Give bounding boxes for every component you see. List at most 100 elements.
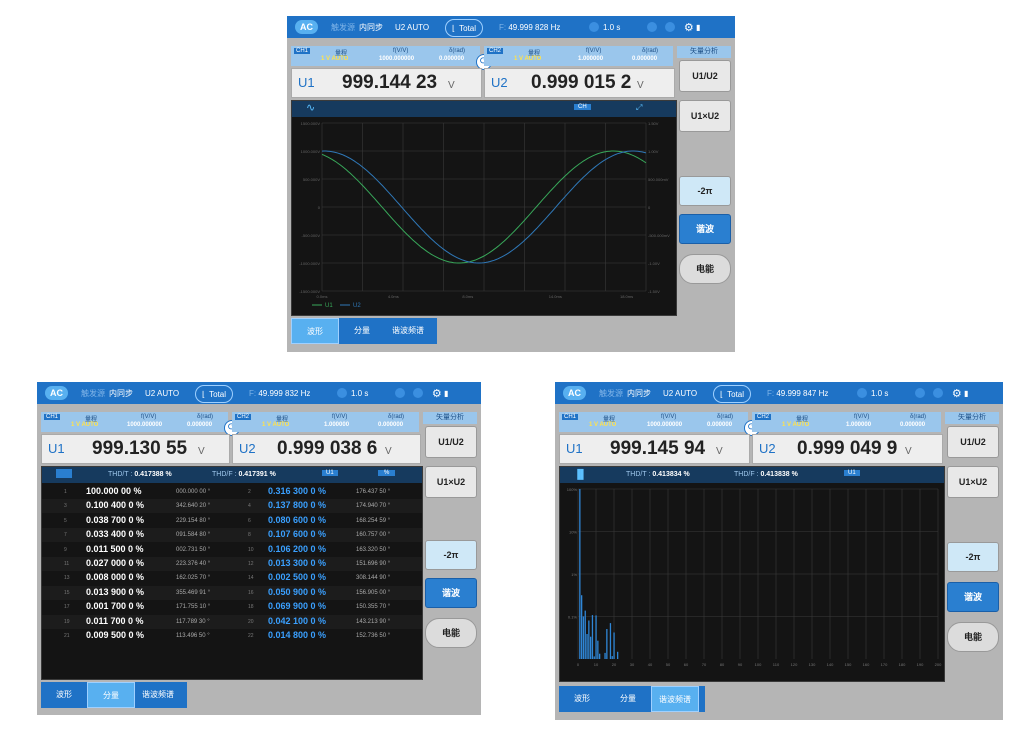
u1-times-u2-button[interactable]: U1×U2 xyxy=(679,100,731,132)
u1-div-u2-button[interactable]: U1/U2 xyxy=(679,60,731,92)
energy-button[interactable]: 电能 xyxy=(679,254,731,284)
u2-value-box[interactable]: U2 0.999 049 9 V xyxy=(752,434,943,464)
time-readout[interactable]: 1.0 s xyxy=(589,16,620,38)
ch1-header[interactable]: CH1 量程 f(V/V) δ(rad) 1 V AUTO 1000.00000… xyxy=(291,46,480,66)
u1-times-u2-button[interactable]: U1×U2 xyxy=(425,466,477,498)
thd-f-readout: THD/F : 0.417391 % xyxy=(212,471,276,478)
u2-auto-label[interactable]: U2 AUTO xyxy=(663,382,697,404)
harmonic-button[interactable]: 谐波 xyxy=(947,582,999,612)
info-icon[interactable] xyxy=(665,22,676,32)
total-button[interactable]: ⌊ Total xyxy=(713,385,752,403)
minus-2pi-button[interactable]: -2π xyxy=(947,542,999,572)
top-bar: AC 触发源 内同步 U2 AUTO ⌊ Total F: 49.999 847… xyxy=(555,382,1003,404)
u2-value-box[interactable]: U2 0.999 038 6 V xyxy=(232,434,421,464)
spectrum-bar xyxy=(609,623,612,659)
x-tick-label: 120 xyxy=(791,662,798,667)
bar-chart-icon[interactable]: ▐▌ xyxy=(574,469,587,479)
tab-spectrum[interactable]: 谐波频谱 xyxy=(135,682,181,708)
ch2-header[interactable]: CH2 量程 f(V/V) δ(rad) 1 V AUTO 1.000000 0… xyxy=(484,46,673,66)
harmonic-phase: 000.000 00 ° xyxy=(176,489,211,495)
spectrum-bar xyxy=(584,610,586,659)
y-tick-label: 100% xyxy=(567,487,578,492)
record-icon[interactable] xyxy=(647,22,657,32)
energy-button[interactable]: 电能 xyxy=(425,618,477,648)
tab-spectrum[interactable]: 谐波频谱 xyxy=(651,686,699,712)
harmonic-button[interactable]: 谐波 xyxy=(425,578,477,608)
u1-times-u2-button[interactable]: U1×U2 xyxy=(947,466,999,498)
energy-button[interactable]: 电能 xyxy=(947,622,999,652)
spectrum-bar xyxy=(599,653,601,659)
trigger-value[interactable]: 内同步 xyxy=(109,382,133,404)
expand-icon[interactable]: ⤢ xyxy=(636,103,642,113)
harmonic-percent: 0.027 000 0 % xyxy=(86,558,145,568)
panel-waveform: AC 触发源 内同步 U2 AUTO ⌊ Total F: 49.999 828… xyxy=(287,16,735,352)
spectrum-chart: 0 10 20 30 40 50 60 70 80 90 100 110 120 130 140 150 160… xyxy=(567,487,942,667)
u1-div-u2-button[interactable]: U1/U2 xyxy=(425,426,477,458)
trigger-value[interactable]: 内同步 xyxy=(359,16,383,38)
top-bar: AC 触发源 内同步 U2 AUTO ⌊ Total F: 49.999 828… xyxy=(287,16,735,38)
u1-channel-button[interactable]: U1 xyxy=(322,470,338,476)
table-icon[interactable] xyxy=(56,469,72,478)
total-button[interactable]: ⌊ Total xyxy=(445,19,484,37)
spectrum-area[interactable]: ▐▌ THD/T : 0.413834 % THD/F : 0.413838 %… xyxy=(559,466,945,682)
u1-value-box[interactable]: U1 999.130 55 V xyxy=(41,434,230,464)
time-readout[interactable]: 1.0 s xyxy=(857,382,888,404)
ac-mode-button[interactable]: AC xyxy=(295,20,318,34)
wave-icon[interactable]: ∿ xyxy=(306,101,315,114)
harmonic-percent: 0.013 900 0 % xyxy=(86,586,145,597)
harmonic-order: 20 xyxy=(248,618,254,625)
total-button[interactable]: ⌊ Total xyxy=(195,385,234,403)
tab-waveform[interactable]: 波形 xyxy=(41,682,87,708)
u1-value-box[interactable]: U1 999.144 23 V xyxy=(291,68,482,98)
ch1-header[interactable]: CH1 量程 f(V/V) δ(rad) 1 V AUTO 1000.00000… xyxy=(559,412,748,432)
table-row: 9 0.011 500 0 % 002.731 50 ° 10 0.106 200 0 … xyxy=(42,543,422,557)
gear-icon[interactable]: ⚙ xyxy=(952,387,962,400)
harmonic-order: 3 xyxy=(64,503,67,510)
ac-mode-button[interactable]: AC xyxy=(563,386,586,400)
table-row: 13 0.008 000 0 % 162.025 70 ° 14 0.002 500 0… xyxy=(42,571,422,585)
gear-icon[interactable]: ⚙ xyxy=(684,21,694,34)
harmonic-phase: 163.320 50 ° xyxy=(356,546,391,553)
tab-waveform[interactable]: 波形 xyxy=(559,686,605,712)
harmonic-percent: 0.033 400 0 % xyxy=(86,529,145,540)
u1-div-u2-button[interactable]: U1/U2 xyxy=(947,426,999,458)
u2-value-box[interactable]: U2 0.999 015 2 V xyxy=(484,68,675,98)
y-tick-label-left: 1000.000V xyxy=(301,149,321,154)
percent-unit-button[interactable]: % xyxy=(378,470,396,476)
u2-auto-label[interactable]: U2 AUTO xyxy=(395,16,429,38)
spectrum-bar xyxy=(597,640,599,659)
ch-button[interactable]: CH xyxy=(574,104,591,110)
u2-auto-label[interactable]: U2 AUTO xyxy=(145,382,179,404)
record-icon[interactable] xyxy=(395,388,405,398)
tab-component[interactable]: 分量 xyxy=(87,682,135,708)
view-tabs: 波形 分量 谐波频谱 xyxy=(41,682,187,708)
x-tick-label: 110 xyxy=(773,662,780,667)
info-icon[interactable] xyxy=(413,388,424,398)
minus-2pi-button[interactable]: -2π xyxy=(425,540,477,570)
harmonic-button[interactable]: 谐波 xyxy=(679,214,731,244)
battery-icon: ▮ xyxy=(696,22,701,32)
harmonic-percent: 0.042 100 0 % xyxy=(268,615,327,626)
ch2-header[interactable]: CH2 量程 f(V/V) δ(rad) 1 V AUTO 1.000000 0… xyxy=(232,412,419,432)
time-readout[interactable]: 1.0 s xyxy=(337,382,368,404)
waveform-area[interactable]: ∿ CH ⤢ 1500.000V 1.50V 1000.000V 1.00V 500.0… xyxy=(291,100,677,316)
info-icon[interactable] xyxy=(933,388,944,398)
tab-spectrum[interactable]: 谐波频谱 xyxy=(385,318,431,344)
tab-waveform[interactable]: 波形 xyxy=(291,318,339,344)
y-tick-label-left: 500.000V xyxy=(303,177,320,182)
u1-value-box[interactable]: U1 999.145 94 V xyxy=(559,434,750,464)
gear-icon[interactable]: ⚙ xyxy=(432,387,442,400)
ch2-header[interactable]: CH2 量程 f(V/V) δ(rad) 1 V AUTO 1.000000 0… xyxy=(752,412,941,432)
u1-channel-button[interactable]: U1 xyxy=(844,470,860,476)
ac-mode-button[interactable]: AC xyxy=(45,386,68,400)
trigger-value[interactable]: 内同步 xyxy=(627,382,651,404)
u2-value: 0.999 015 2 xyxy=(531,72,632,93)
tab-component[interactable]: 分量 xyxy=(605,686,651,712)
x-tick-label: 20 xyxy=(612,662,617,667)
ch1-header[interactable]: CH1 量程 f(V/V) δ(rad) 1 V AUTO 1000.00000… xyxy=(41,412,228,432)
record-icon[interactable] xyxy=(915,388,925,398)
harmonic-percent: 0.002 500 0 % xyxy=(268,572,327,583)
tab-component[interactable]: 分量 xyxy=(339,318,385,344)
minus-2pi-button[interactable]: -2π xyxy=(679,176,731,206)
harmonic-table-area[interactable]: THD/T : 0.417388 % THD/F : 0.417391 % U1… xyxy=(41,466,423,680)
